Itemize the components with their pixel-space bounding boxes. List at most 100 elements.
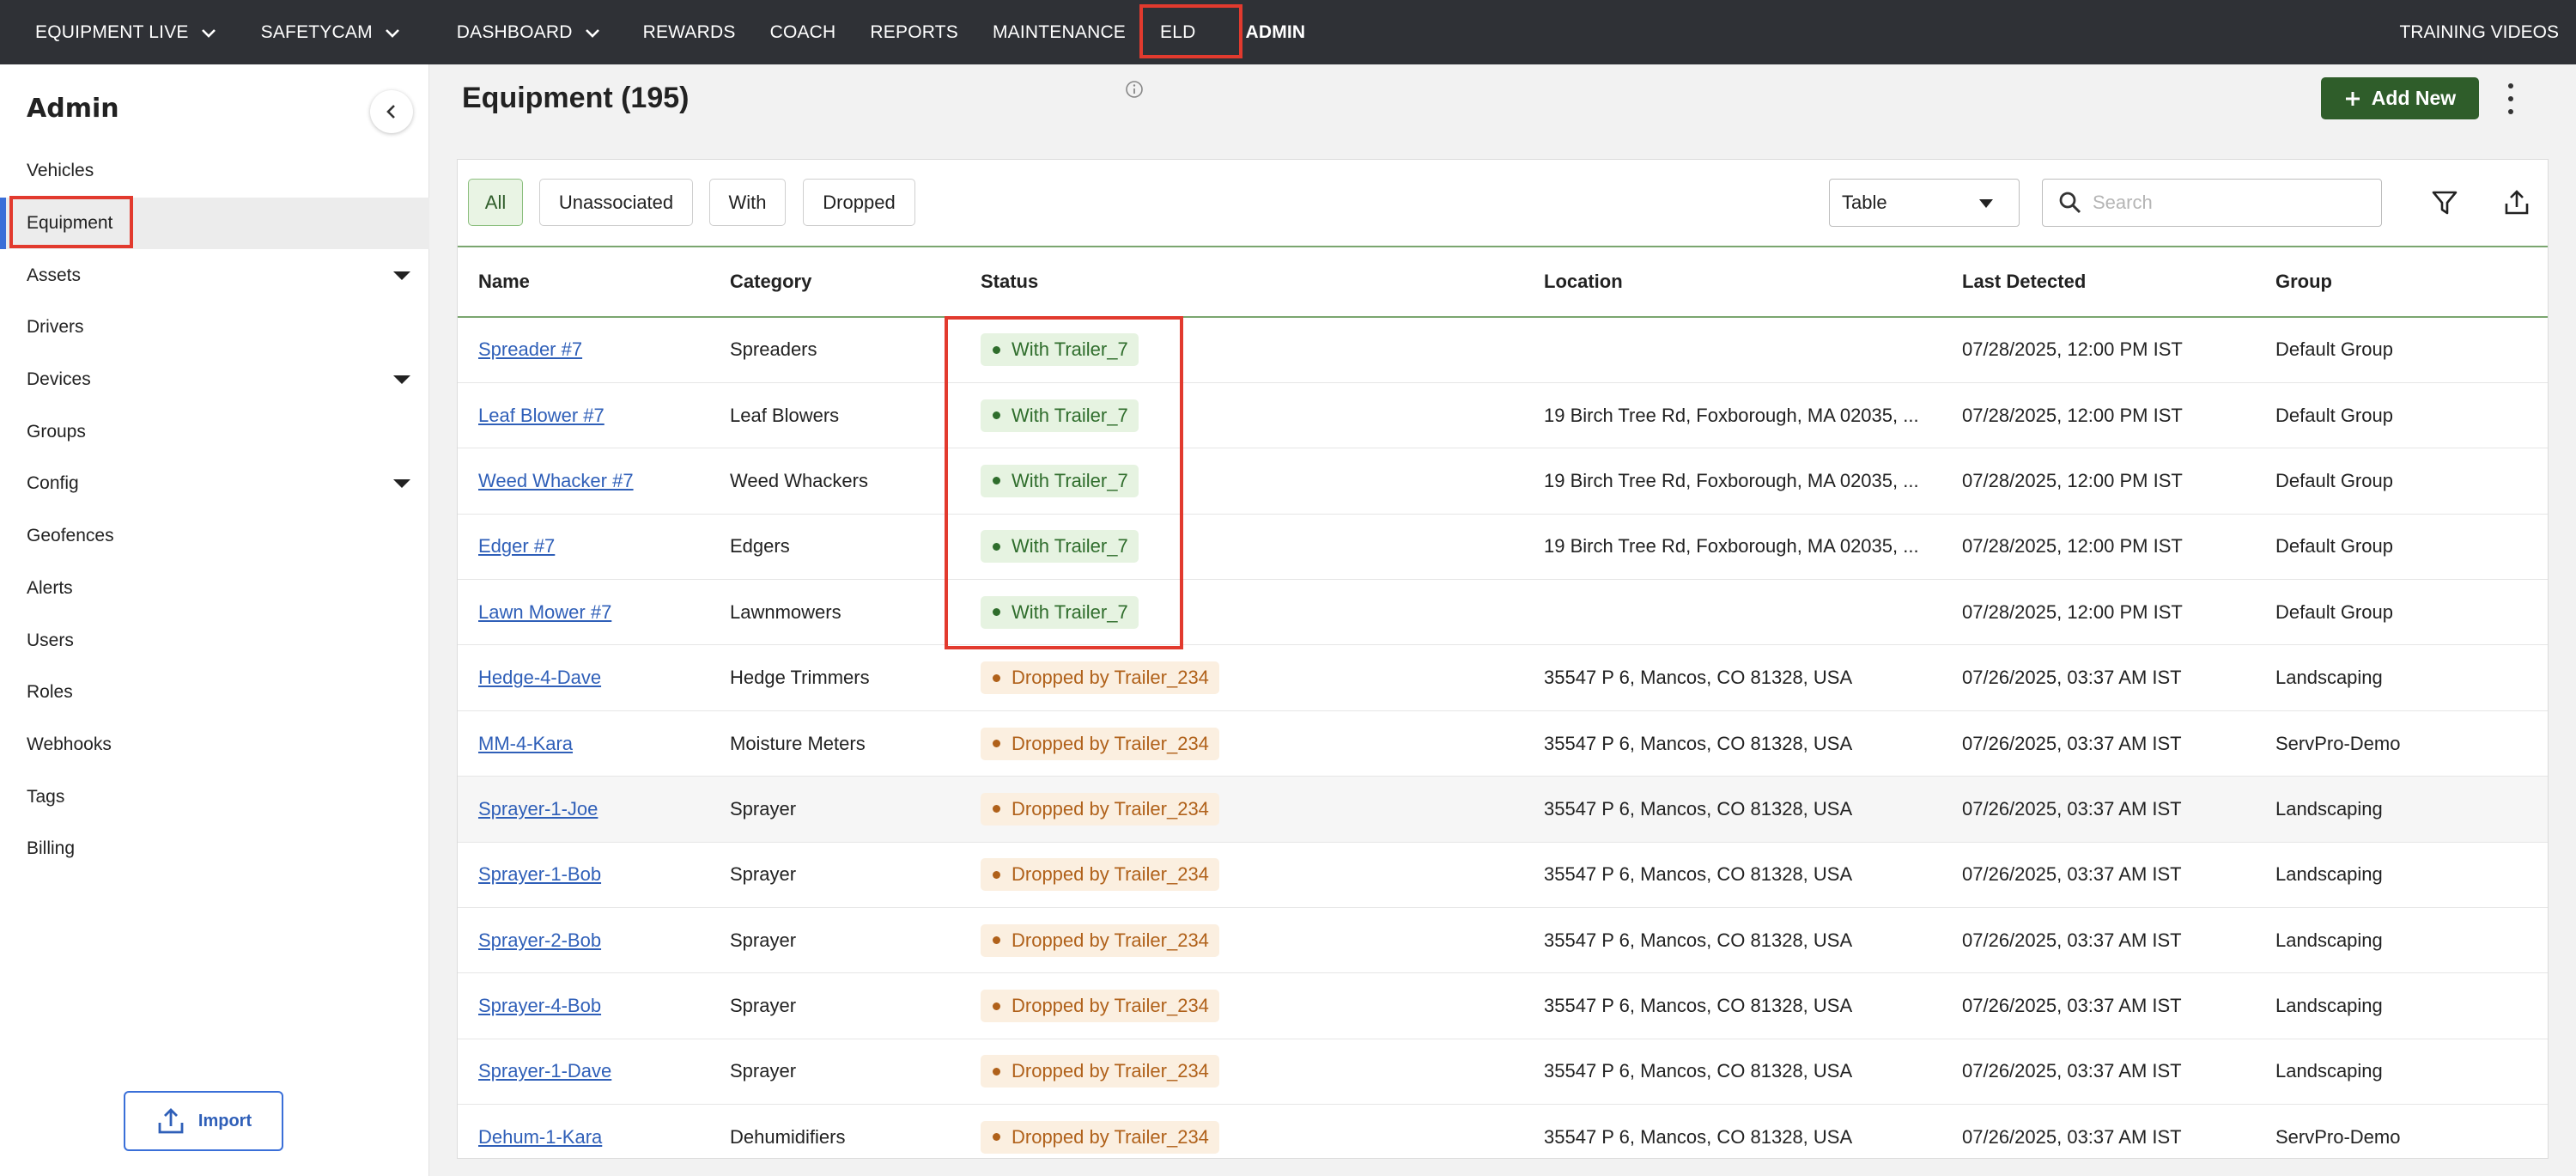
- sidebar-item-drivers[interactable]: Drivers: [0, 302, 429, 354]
- sidebar-item-tags[interactable]: Tags: [0, 771, 429, 823]
- filter-chip-with[interactable]: With: [709, 179, 786, 226]
- status-badge-label: Dropped by Trailer_234: [1012, 995, 1209, 1017]
- table-row[interactable]: MM-4-Kara Moisture Meters Dropped by Trail…: [458, 710, 2548, 777]
- sidebar-item-devices[interactable]: Devices: [0, 354, 429, 406]
- filter-chip-dropped[interactable]: Dropped: [803, 179, 915, 226]
- cell-status: Dropped by Trailer_234: [960, 1104, 1523, 1158]
- search-input[interactable]: [2093, 192, 2350, 214]
- info-icon[interactable]: [1125, 80, 1144, 99]
- equipment-name-link[interactable]: Edger #7: [478, 535, 555, 557]
- cell-status: With Trailer_7: [960, 448, 1523, 515]
- sidebar-item-geofences[interactable]: Geofences: [0, 510, 429, 563]
- chip-label: Unassociated: [558, 191, 674, 213]
- equipment-name-link[interactable]: Sprayer-1-Bob: [478, 863, 601, 885]
- upload-icon: [158, 1108, 184, 1134]
- equipment-name-link[interactable]: Sprayer-1-Dave: [478, 1060, 611, 1082]
- more-options-icon[interactable]: [2502, 80, 2519, 118]
- sidebar-item-label: Alerts: [27, 577, 73, 598]
- status-badge-label: With Trailer_7: [1012, 535, 1128, 558]
- sidebar-item-label: Users: [27, 630, 74, 650]
- filter-toolbar: All Unassociated With Dropped Table: [458, 160, 2548, 247]
- table-row[interactable]: Lawn Mower #7 Lawnmowers With Trailer_7 07/…: [458, 579, 2548, 646]
- sidebar-item-billing[interactable]: Billing: [0, 823, 429, 875]
- equipment-name-link[interactable]: Weed Whacker #7: [478, 470, 634, 491]
- equipment-name-link[interactable]: Sprayer-2-Bob: [478, 929, 601, 951]
- sidebar-item-roles[interactable]: Roles: [0, 667, 429, 719]
- sidebar-item-webhooks[interactable]: Webhooks: [0, 719, 429, 771]
- status-badge: Dropped by Trailer_234: [981, 792, 1219, 826]
- nav-label: ELD: [1160, 21, 1196, 42]
- table-row[interactable]: Sprayer-2-Bob Sprayer Dropped by Trailer_2…: [458, 907, 2548, 974]
- export-button[interactable]: [2500, 186, 2534, 220]
- cell-name: Lawn Mower #7: [458, 579, 709, 646]
- view-select[interactable]: Table: [1829, 179, 2020, 227]
- status-badge-label: Dropped by Trailer_234: [1012, 667, 1209, 689]
- cell-group: ServPro-Demo: [2255, 710, 2548, 777]
- table-row[interactable]: Sprayer-1-Joe Sprayer Dropped by Trailer_2…: [458, 776, 2548, 843]
- cell-name: Sprayer-1-Joe: [458, 776, 709, 843]
- equipment-name-link[interactable]: Dehum-1-Kara: [478, 1126, 602, 1148]
- nav-label: REPORTS: [870, 21, 958, 42]
- nav-eld[interactable]: ELD: [1143, 0, 1212, 64]
- nav-maintenance[interactable]: MAINTENANCE: [975, 0, 1143, 64]
- add-new-button[interactable]: Add New: [2321, 77, 2479, 119]
- nav-admin[interactable]: ADMIN: [1228, 0, 1322, 64]
- table-row[interactable]: Sprayer-1-Dave Sprayer Dropped by Trailer_…: [458, 1039, 2548, 1106]
- table-row[interactable]: Weed Whacker #7 Weed Whackers With Trailer…: [458, 448, 2548, 515]
- cell-category: Lawnmowers: [709, 579, 960, 646]
- filter-button[interactable]: [2427, 186, 2462, 220]
- status-badge: With Trailer_7: [981, 595, 1139, 629]
- cell-last-detected: 07/28/2025, 12:00 PM IST: [1941, 382, 2255, 449]
- sidebar-item-equipment[interactable]: Equipment: [0, 197, 429, 250]
- column-header-last-detected[interactable]: Last Detected: [1941, 247, 2255, 318]
- nav-reports[interactable]: REPORTS: [853, 0, 975, 64]
- column-header-name[interactable]: Name: [458, 247, 709, 318]
- table-row[interactable]: Sprayer-4-Bob Sprayer Dropped by Trailer_2…: [458, 972, 2548, 1039]
- sidebar-item-alerts[interactable]: Alerts: [0, 563, 429, 615]
- column-header-status[interactable]: Status: [960, 247, 1523, 318]
- cell-status: Dropped by Trailer_234: [960, 1039, 1523, 1106]
- filter-chip-unassociated[interactable]: Unassociated: [539, 179, 693, 226]
- cell-last-detected: 07/26/2025, 03:37 AM IST: [1941, 972, 2255, 1039]
- sidebar-item-groups[interactable]: Groups: [0, 405, 429, 458]
- nav-coach[interactable]: COACH: [753, 0, 854, 64]
- import-button[interactable]: Import: [124, 1091, 283, 1151]
- cell-group: ServPro-Demo: [2255, 1104, 2548, 1158]
- cell-location: [1523, 317, 1941, 383]
- cell-last-detected: 07/26/2025, 03:37 AM IST: [1941, 644, 2255, 711]
- equipment-name-link[interactable]: Sprayer-4-Bob: [478, 995, 601, 1016]
- collapse-sidebar-button[interactable]: [370, 90, 413, 133]
- sidebar-menu: Vehicles Equipment Assets Drivers Device…: [0, 145, 429, 875]
- equipment-name-link[interactable]: Leaf Blower #7: [478, 405, 605, 426]
- plus-icon: [2345, 91, 2360, 106]
- nav-equipment-live[interactable]: EQUIPMENT LIVE: [0, 0, 235, 64]
- sidebar-item-assets[interactable]: Assets: [0, 249, 429, 302]
- cell-group: Landscaping: [2255, 907, 2548, 974]
- status-badge-label: Dropped by Trailer_234: [1012, 797, 1209, 820]
- column-header-category[interactable]: Category: [709, 247, 960, 318]
- equipment-name-link[interactable]: Lawn Mower #7: [478, 601, 611, 623]
- column-header-group[interactable]: Group: [2255, 247, 2548, 318]
- table-row[interactable]: Dehum-1-Kara Dehumidifiers Dropped by Trai…: [458, 1104, 2548, 1158]
- cell-group: Default Group: [2255, 579, 2548, 646]
- table-row[interactable]: Edger #7 Edgers With Trailer_7 19 Birch Tre…: [458, 514, 2548, 581]
- equipment-name-link[interactable]: MM-4-Kara: [478, 733, 573, 754]
- nav-safetycam[interactable]: SAFETYCAM: [235, 0, 419, 64]
- status-badge: With Trailer_7: [981, 333, 1139, 367]
- equipment-name-link[interactable]: Hedge-4-Dave: [478, 667, 601, 688]
- equipment-name-link[interactable]: Spreader #7: [478, 338, 582, 360]
- filter-chip-all[interactable]: All: [468, 179, 523, 226]
- sidebar-item-users[interactable]: Users: [0, 614, 429, 667]
- sidebar-item-label: Drivers: [27, 317, 84, 338]
- training-videos-link[interactable]: TRAINING VIDEOS: [2399, 0, 2559, 64]
- nav-rewards[interactable]: REWARDS: [619, 0, 753, 64]
- table-row[interactable]: Hedge-4-Dave Hedge Trimmers Dropped by Tra…: [458, 644, 2548, 711]
- sidebar-item-vehicles[interactable]: Vehicles: [0, 145, 429, 198]
- sidebar-item-config[interactable]: Config: [0, 458, 429, 510]
- column-header-location[interactable]: Location: [1523, 247, 1941, 318]
- nav-dashboard[interactable]: DASHBOARD: [419, 0, 619, 64]
- equipment-name-link[interactable]: Sprayer-1-Joe: [478, 798, 598, 820]
- table-row[interactable]: Leaf Blower #7 Leaf Blowers With Trailer_7…: [458, 382, 2548, 449]
- table-row[interactable]: Spreader #7 Spreaders With Trailer_7 07/28/…: [458, 317, 2548, 383]
- table-row[interactable]: Sprayer-1-Bob Sprayer Dropped by Trailer_2…: [458, 842, 2548, 909]
